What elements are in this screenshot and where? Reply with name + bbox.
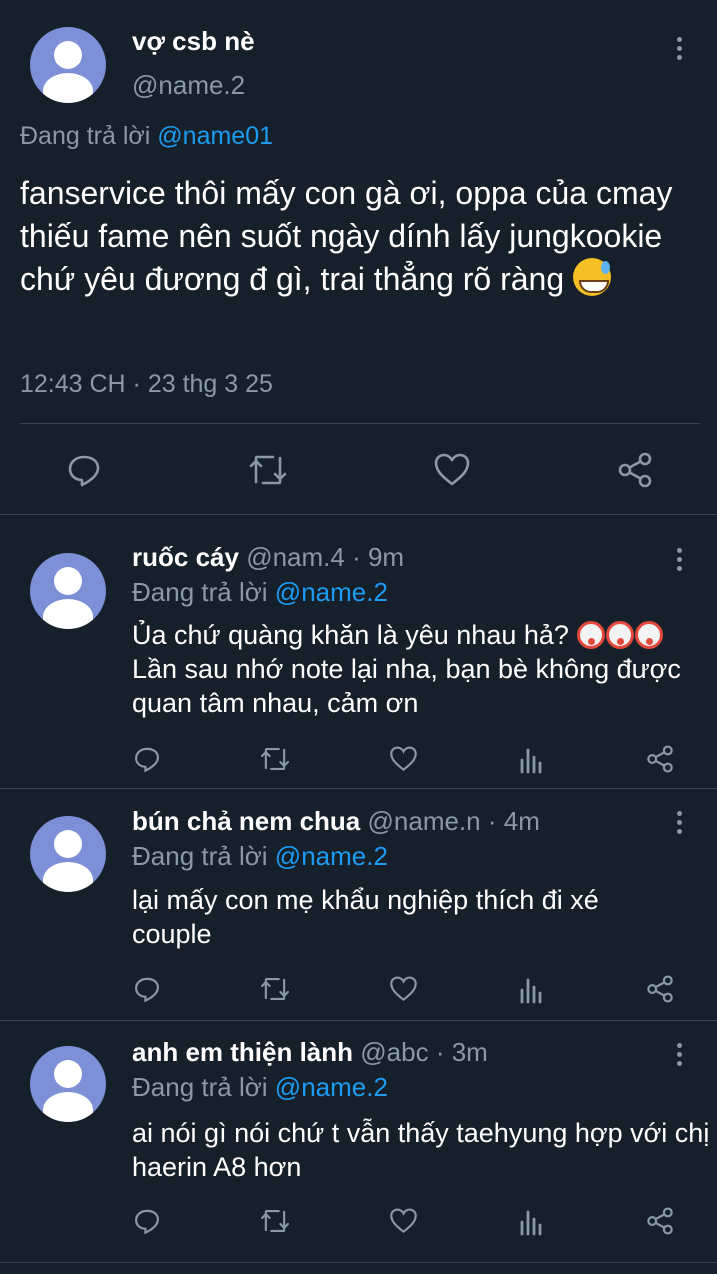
views-icon[interactable] <box>519 976 545 1004</box>
reply-text: ai nói gì nói chứ t vẫn thấy taehyung hợ… <box>132 1118 710 1182</box>
share-icon[interactable] <box>646 975 674 1003</box>
replying-mention[interactable]: @name.2 <box>275 841 388 871</box>
more-options-icon[interactable] <box>677 548 683 575</box>
share-icon[interactable] <box>646 1207 674 1235</box>
like-icon[interactable] <box>389 1207 418 1235</box>
tweet-thread-screen: vợ csb nè @name.2 Đang trả lời @name01 f… <box>0 0 717 1274</box>
reply-header: anh em thiện lành @abc · 3m <box>132 1037 488 1068</box>
display-name[interactable]: anh em thiện lành <box>132 1037 353 1067</box>
tweet-timestamp: 12:43 CH · 23 thg 3 25 <box>20 370 273 398</box>
retweet-icon[interactable] <box>247 452 289 488</box>
action-bar <box>0 440 717 500</box>
clown-face-icon <box>606 621 635 649</box>
replying-to: Đang trả lời @name.2 <box>132 577 388 608</box>
display-name[interactable]: vợ csb nè <box>132 26 255 57</box>
display-name[interactable]: ruốc cáy <box>132 542 239 572</box>
reply-time: · 9m <box>352 542 405 572</box>
avatar-head <box>54 41 82 69</box>
replying-prefix: Đang trả lời <box>132 841 268 871</box>
views-icon[interactable] <box>519 1208 545 1236</box>
share-icon[interactable] <box>646 745 674 773</box>
replying-mention[interactable]: @name01 <box>157 122 273 150</box>
tweet-text: fanservice thôi mấy con gà ơi, oppa của … <box>20 172 710 301</box>
reply-icon[interactable] <box>133 975 161 1003</box>
replying-prefix: Đang trả lời <box>20 122 151 150</box>
handle[interactable]: @nam.4 <box>246 542 345 572</box>
avatar-head <box>54 1060 82 1088</box>
more-options-icon[interactable] <box>677 37 683 64</box>
retweet-icon[interactable] <box>259 1207 291 1235</box>
reply-time: · 4m <box>487 806 540 836</box>
clown-face-icon <box>577 621 606 649</box>
reply-text-line1: Ủa chứ quàng khăn là yêu nhau hả? <box>132 620 569 650</box>
reply-tweet[interactable]: ruốc cáy @nam.4 · 9m Đang trả lời @name.… <box>0 515 717 787</box>
avatar[interactable] <box>30 27 106 103</box>
more-options-icon[interactable] <box>677 1043 683 1070</box>
replying-to: Đang trả lời @name.2 <box>132 841 388 872</box>
reply-icon[interactable] <box>66 452 102 488</box>
replying-to: Đang trả lời @name.2 <box>132 1072 388 1103</box>
avatar-body <box>43 73 93 103</box>
display-name[interactable]: bún chả nem chua <box>132 806 360 836</box>
reply-header: bún chả nem chua @name.n · 4m <box>132 806 540 837</box>
avatar-body <box>43 599 93 629</box>
reply-icon[interactable] <box>133 745 161 773</box>
avatar-head <box>54 830 82 858</box>
retweet-icon[interactable] <box>259 745 291 773</box>
share-icon[interactable] <box>617 452 653 488</box>
replying-mention[interactable]: @name.2 <box>275 1072 388 1102</box>
main-tweet: vợ csb nè @name.2 Đang trả lời @name01 f… <box>0 0 717 514</box>
handle[interactable]: @name.2 <box>132 70 245 101</box>
avatar[interactable] <box>30 553 106 629</box>
reply-text: Ủa chứ quàng khăn là yêu nhau hả? Lần sa… <box>132 618 712 720</box>
replying-prefix: Đang trả lời <box>132 1072 268 1102</box>
handle[interactable]: @abc <box>360 1037 428 1067</box>
reply-tweet[interactable]: anh em thiện lành @abc · 3m Đang trả lời… <box>0 1021 717 1261</box>
avatar-head <box>54 567 82 595</box>
reply-time: · 3m <box>435 1037 488 1067</box>
reply-tweet[interactable]: bún chả nem chua @name.n · 4m Đang trả l… <box>0 789 717 1019</box>
like-icon[interactable] <box>389 745 418 773</box>
avatar[interactable] <box>30 816 106 892</box>
avatar-body <box>43 1092 93 1122</box>
views-icon[interactable] <box>519 746 545 774</box>
retweet-icon[interactable] <box>259 975 291 1003</box>
replying-to: Đang trả lời @name01 <box>20 122 273 151</box>
avatar-body <box>43 862 93 892</box>
replying-mention[interactable]: @name.2 <box>275 577 388 607</box>
handle[interactable]: @name.n <box>368 806 481 836</box>
divider <box>20 423 700 424</box>
divider <box>0 1262 717 1263</box>
like-icon[interactable] <box>433 452 471 488</box>
avatar[interactable] <box>30 1046 106 1122</box>
reply-text-rest: Lần sau nhớ note lại nha, bạn bè không đ… <box>132 654 681 718</box>
sweat-smile-emoji-icon <box>573 258 612 296</box>
reply-text: lại mấy con mẹ khẩu nghiệp thích đi xé c… <box>132 885 599 949</box>
replying-prefix: Đang trả lời <box>132 577 268 607</box>
reply-header: ruốc cáy @nam.4 · 9m <box>132 542 404 573</box>
like-icon[interactable] <box>389 975 418 1003</box>
reply-icon[interactable] <box>133 1207 161 1235</box>
clown-face-icon <box>635 621 664 649</box>
more-options-icon[interactable] <box>677 811 683 838</box>
